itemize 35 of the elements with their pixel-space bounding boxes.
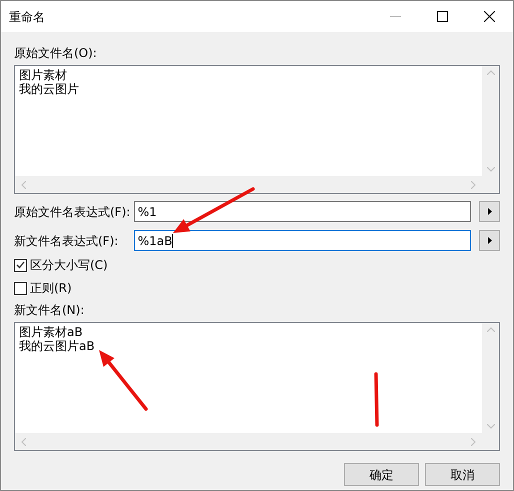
scroll-left-icon[interactable] — [21, 180, 26, 188]
window-title: 重命名 — [9, 8, 46, 26]
file-name: 图片素材 — [19, 68, 68, 82]
field-label: 原始文件名(O): — [14, 45, 98, 62]
file-name: 我的云图片aB — [19, 339, 96, 353]
dialog-button[interactable]: 确定 — [344, 463, 419, 486]
field-label: 新文件名表达式(F): — [14, 232, 120, 250]
dialog-button[interactable]: 取消 — [425, 463, 500, 486]
insert-button[interactable] — [479, 201, 500, 222]
field-label: 新文件名(N): — [14, 302, 86, 319]
minimize-icon[interactable] — [390, 16, 401, 18]
scroll-up-icon[interactable] — [486, 70, 494, 75]
maximize-icon[interactable] — [437, 11, 448, 22]
checkbox[interactable] — [14, 258, 27, 272]
insert-button[interactable] — [479, 230, 500, 251]
close-icon[interactable] — [484, 11, 495, 22]
scroll-left-icon[interactable] — [21, 438, 26, 446]
annotation-arrow — [99, 350, 148, 411]
list-box[interactable]: 图片素材 我的云图片 — [14, 65, 500, 194]
play-icon — [488, 237, 492, 244]
file-name: 我的云图片 — [19, 82, 80, 96]
expression-field[interactable]: %1aB — [134, 230, 472, 251]
checkbox-label: 区分大小写(C) — [30, 257, 108, 274]
scroll-right-icon[interactable] — [471, 180, 476, 188]
file-name: 图片素材aB — [19, 325, 84, 339]
checkbox[interactable] — [14, 282, 27, 294]
expression-field[interactable]: %1 — [134, 201, 472, 222]
list-box[interactable]: 图片素材aB 我的云图片aB — [14, 322, 500, 451]
field-label: 原始文件名表达式(F): — [14, 204, 132, 220]
scroll-down-icon[interactable] — [486, 424, 494, 429]
scroll-up-icon[interactable] — [486, 327, 494, 332]
scroll-right-icon[interactable] — [471, 438, 476, 446]
checkbox-label: 正则(R) — [30, 280, 72, 297]
play-icon — [488, 208, 492, 215]
scroll-down-icon[interactable] — [486, 167, 494, 172]
